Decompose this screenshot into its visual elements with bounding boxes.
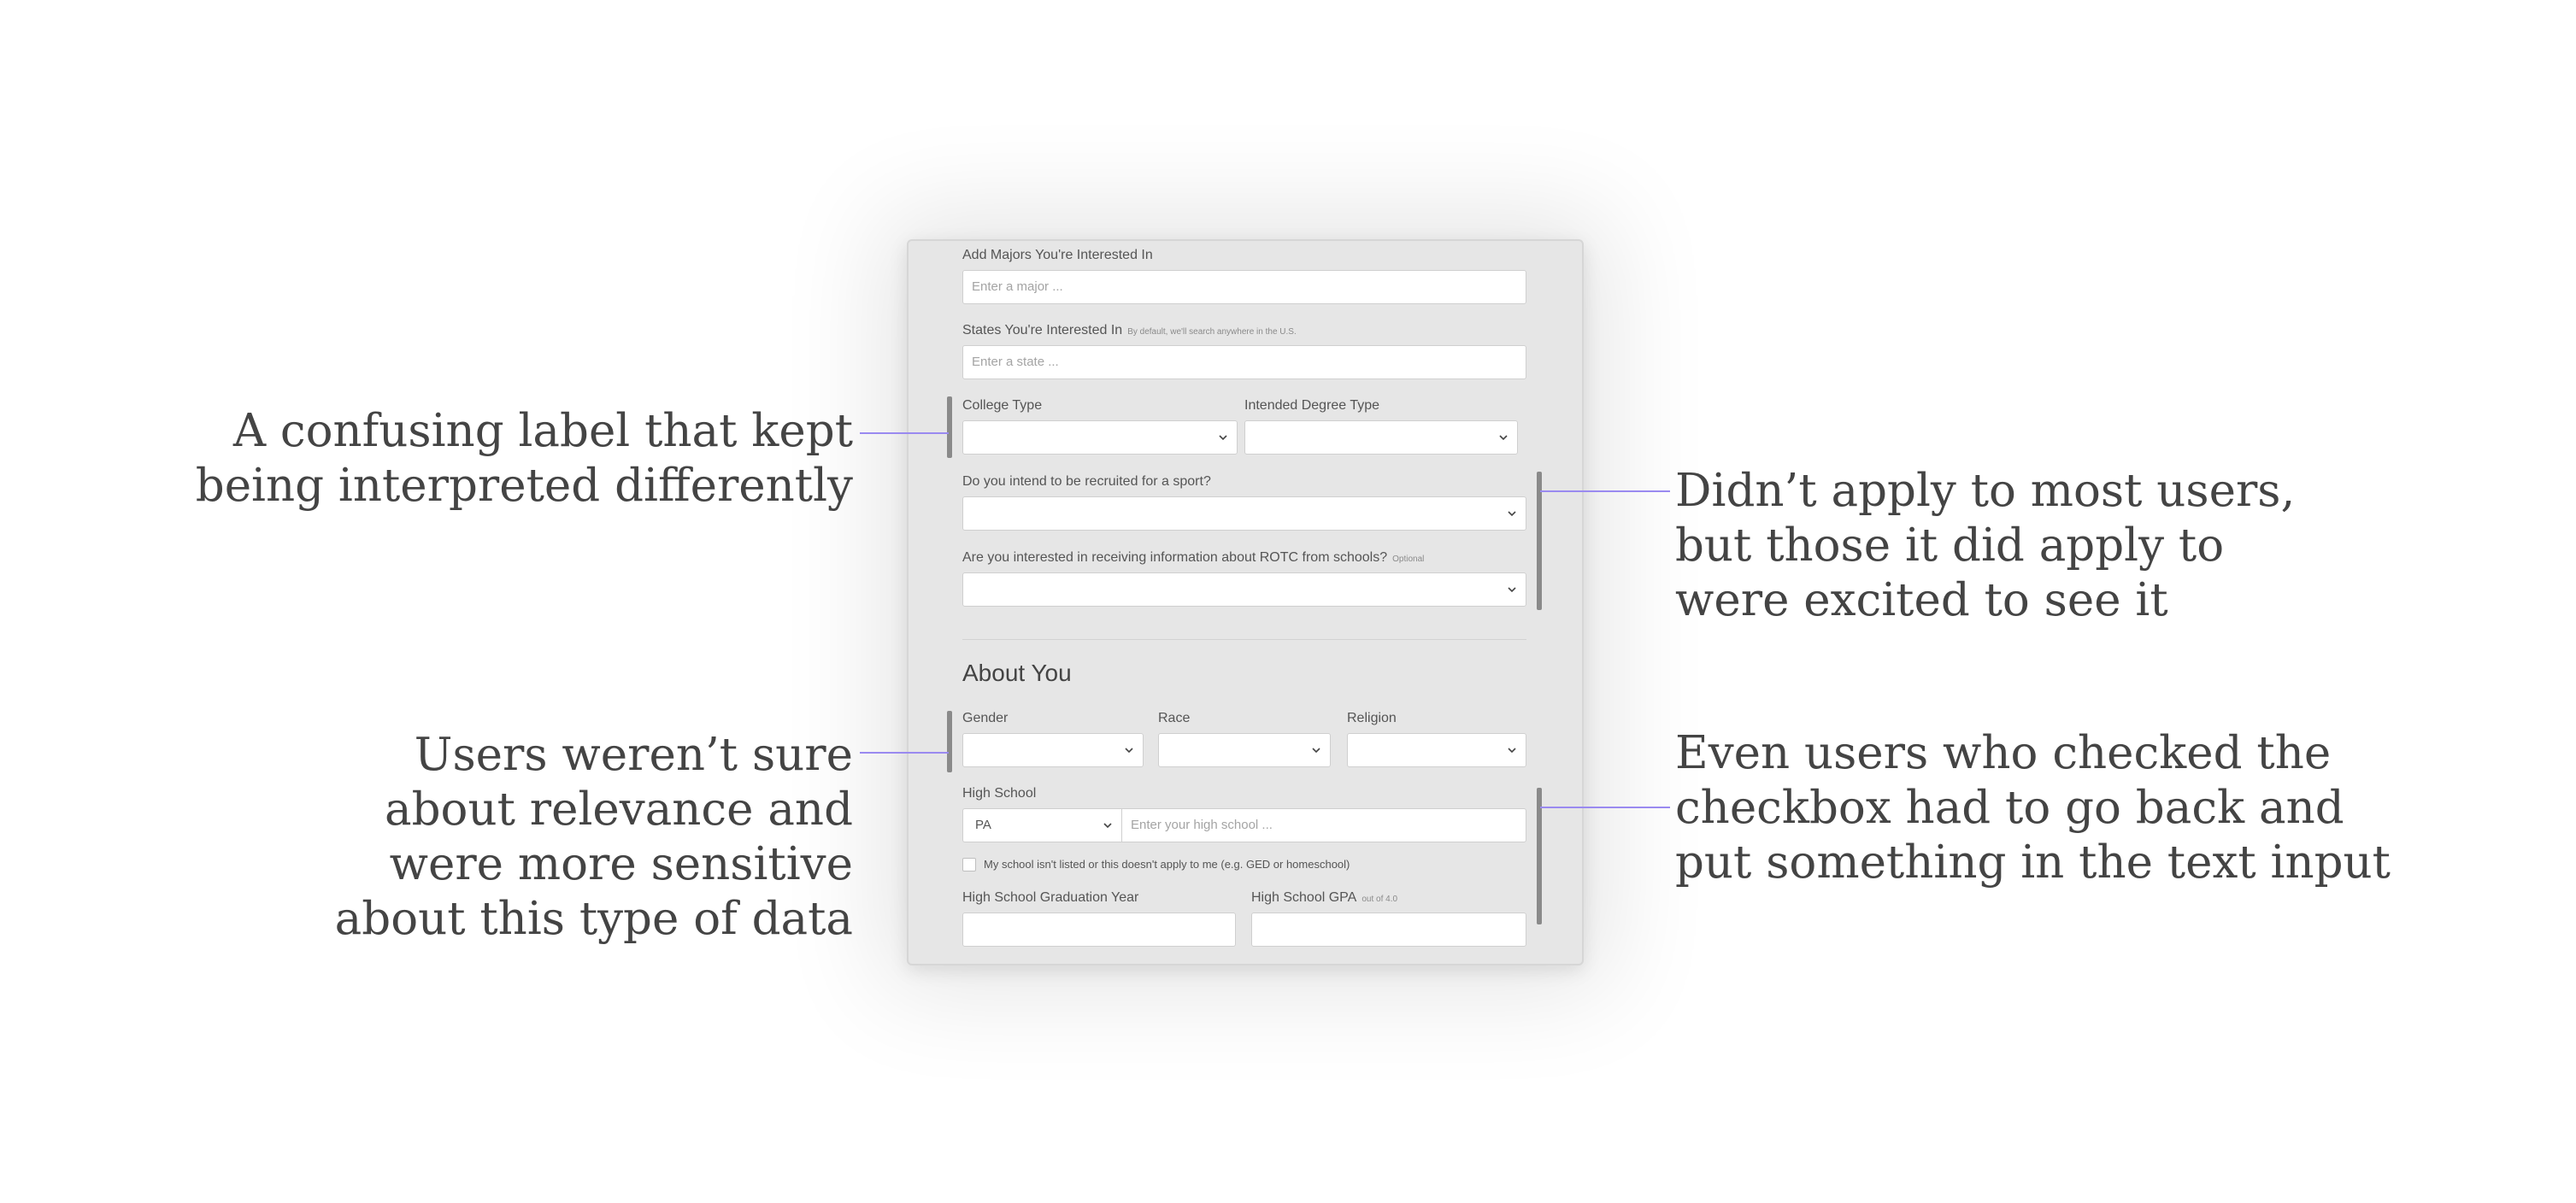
college-type-label: College Type xyxy=(962,398,1043,413)
religion-select[interactable] xyxy=(1347,733,1526,767)
annotation-line: were more sensitive xyxy=(389,838,853,890)
chevron-down-icon xyxy=(1508,587,1516,593)
grad-year-input[interactable] xyxy=(962,913,1236,947)
grad-year-label: High School Graduation Year xyxy=(962,890,1139,905)
majors-input[interactable]: Enter a major ... xyxy=(962,270,1526,304)
states-label: States You're Interested In By default, w… xyxy=(962,323,1297,338)
gpa-label-text: High School GPA xyxy=(1251,890,1357,905)
annotation-line: A confusing label that kept xyxy=(232,405,853,457)
gender-select[interactable] xyxy=(962,733,1144,767)
high-school-state-select[interactable]: PA xyxy=(962,808,1121,842)
degree-type-label: Intended Degree Type xyxy=(1244,398,1380,413)
sport-rotc-marker xyxy=(1537,472,1542,610)
sport-annotation: Didn’t apply to most users, but those it… xyxy=(1675,464,2295,628)
chevron-down-icon xyxy=(1219,435,1227,441)
high-school-label: High School xyxy=(962,786,1037,801)
race-label: Race xyxy=(1158,711,1191,725)
college-type-marker xyxy=(947,396,952,458)
sport-select[interactable] xyxy=(962,496,1526,531)
gpa-input[interactable] xyxy=(1251,913,1526,947)
rotc-select[interactable] xyxy=(962,572,1526,607)
gpa-hint: out of 4.0 xyxy=(1362,895,1398,904)
annotation-line: were excited to see it xyxy=(1675,574,2168,626)
rotc-label: Are you interested in receiving informat… xyxy=(962,550,1424,566)
annotation-line: about relevance and xyxy=(385,783,853,836)
about-you-marker xyxy=(947,711,952,772)
states-hint: By default, we'll search anywhere in the… xyxy=(1127,327,1297,337)
about-annotation: Users weren’t sure about relevance and w… xyxy=(171,728,853,947)
form-card: Add Majors You're Interested In Enter a … xyxy=(907,239,1584,965)
degree-type-select[interactable] xyxy=(1244,420,1518,455)
chevron-down-icon xyxy=(1499,435,1508,441)
sport-connector xyxy=(1540,490,1670,492)
gender-label: Gender xyxy=(962,711,1009,725)
annotation-line: Users weren’t sure xyxy=(414,729,853,781)
school-not-listed-checkbox[interactable] xyxy=(962,858,976,871)
annotation-line: Even users who checked the xyxy=(1675,727,2332,779)
majors-label: Add Majors You're Interested In xyxy=(962,248,1153,262)
college-type-select[interactable] xyxy=(962,420,1238,455)
chevron-down-icon xyxy=(1125,748,1133,754)
rotc-label-text: Are you interested in receiving informat… xyxy=(962,550,1388,565)
religion-label: Religion xyxy=(1347,711,1397,725)
annotation-line: checkbox had to go back and xyxy=(1675,782,2344,834)
chevron-down-icon xyxy=(1508,511,1516,517)
about-you-title: About You xyxy=(962,660,1072,686)
high-school-annotation: Even users who checked the checkbox had … xyxy=(1675,726,2391,890)
annotation-line: Didn’t apply to most users, xyxy=(1675,465,2296,517)
annotation-line: put something in the text input xyxy=(1675,836,2391,889)
annotation-line: but those it did apply to xyxy=(1675,519,2225,572)
annotation-line: about this type of data xyxy=(334,893,853,945)
section-divider xyxy=(962,639,1526,640)
high-school-marker xyxy=(1537,788,1542,924)
chevron-down-icon xyxy=(1312,748,1320,754)
college-type-annotation: A confusing label that kept being interp… xyxy=(171,404,853,513)
sport-label: Do you intend to be recruited for a spor… xyxy=(962,474,1211,489)
annotation-line: being interpreted differently xyxy=(195,460,853,512)
states-input[interactable]: Enter a state ... xyxy=(962,345,1526,379)
states-label-text: States You're Interested In xyxy=(962,323,1123,337)
gpa-label: High School GPA out of 4.0 xyxy=(1251,890,1397,906)
about-connector xyxy=(860,752,949,754)
race-select[interactable] xyxy=(1158,733,1331,767)
chevron-down-icon xyxy=(1103,823,1112,829)
rotc-hint: Optional xyxy=(1392,555,1425,564)
high-school-connector xyxy=(1540,807,1670,808)
high-school-input[interactable]: Enter your high school ... xyxy=(1121,808,1526,842)
college-type-connector xyxy=(860,432,949,434)
chevron-down-icon xyxy=(1508,748,1516,754)
high-school-state-value: PA xyxy=(975,818,991,832)
school-not-listed-label: My school isn't listed or this doesn't a… xyxy=(984,858,1350,871)
